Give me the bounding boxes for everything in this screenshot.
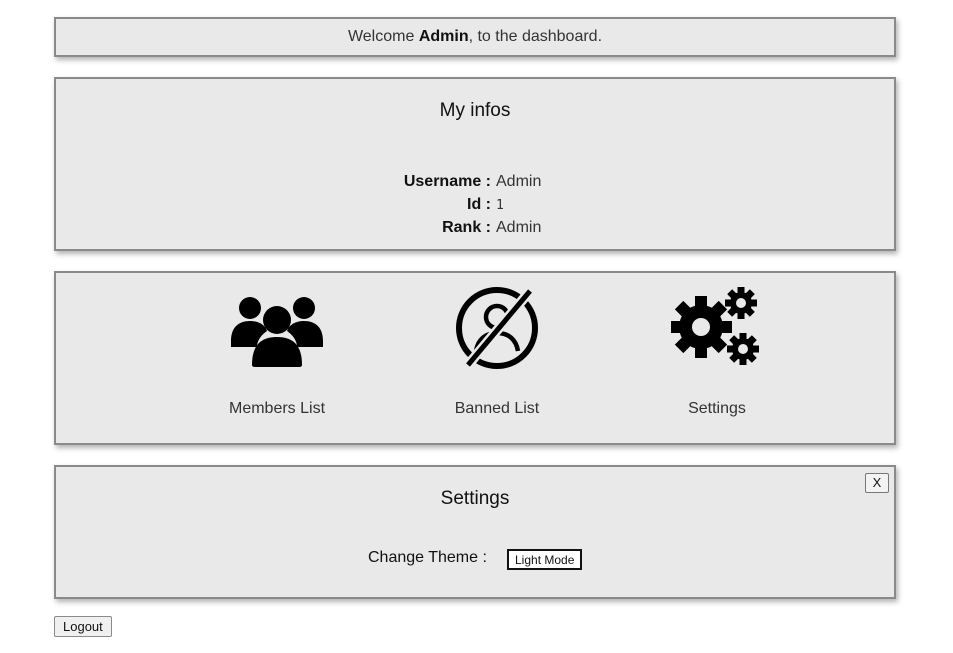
menu-panel: Members List Banned List Settings <box>54 271 896 445</box>
id-label: Id : <box>467 196 491 213</box>
info-row-rank: Rank : Admin <box>56 219 896 239</box>
settings-button[interactable]: Settings <box>637 285 797 425</box>
gears-icon <box>671 287 759 365</box>
rank-label: Rank : <box>442 219 491 236</box>
settings-label: Settings <box>688 400 746 417</box>
welcome-username: Admin <box>418 28 469 45</box>
info-row-username: Username : Admin <box>56 173 896 193</box>
welcome-prefix: Welcome <box>347 28 419 45</box>
banned-list-label: Banned List <box>454 400 540 417</box>
my-infos-title: My infos <box>439 100 511 121</box>
username-label: Username : <box>403 173 491 190</box>
members-list-button[interactable]: Members List <box>197 285 357 425</box>
settings-title: Settings <box>440 488 510 509</box>
change-theme-label: Change Theme : <box>368 549 487 566</box>
banned-user-icon <box>456 287 538 369</box>
welcome-message: Welcome Admin, to the dashboard. <box>56 28 894 46</box>
settings-panel: Settings X Change Theme : Light Mode <box>54 465 896 599</box>
welcome-suffix: , to the dashboard. <box>468 28 603 45</box>
my-infos-panel: My infos Username : Admin Id : 1 Rank : … <box>54 77 896 251</box>
users-group-icon <box>231 297 323 367</box>
theme-toggle-button[interactable]: Light Mode <box>507 549 583 570</box>
info-row-id: Id : 1 <box>56 196 896 216</box>
close-settings-button[interactable]: X <box>865 473 889 493</box>
rank-value: Admin <box>496 219 542 236</box>
members-list-label: Members List <box>228 400 326 417</box>
logout-button[interactable]: Logout <box>54 616 112 637</box>
welcome-panel: Welcome Admin, to the dashboard. <box>54 17 896 57</box>
banned-list-button[interactable]: Banned List <box>417 285 577 425</box>
username-value: Admin <box>496 173 542 190</box>
id-value: 1 <box>496 198 504 213</box>
